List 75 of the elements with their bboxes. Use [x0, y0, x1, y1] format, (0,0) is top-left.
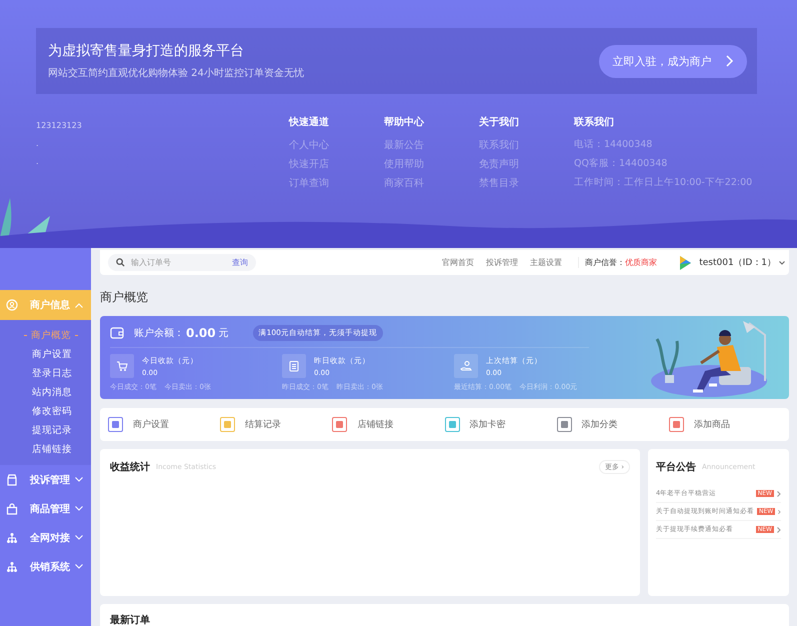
balance-unit: 元: [218, 327, 229, 340]
footer-link[interactable]: QQ客服：14400348: [574, 157, 754, 176]
footer-link[interactable]: 电话：14400348: [574, 138, 754, 157]
nav-link[interactable]: 官网首页: [442, 257, 474, 268]
clipboard-icon: [282, 354, 306, 378]
sidebar-item[interactable]: 投诉管理: [0, 465, 91, 494]
hierarchy-icon: [6, 560, 18, 572]
quick-link[interactable]: 添加卡密: [444, 417, 557, 432]
nav-link[interactable]: 投诉管理: [486, 257, 518, 268]
footer-link[interactable]: 工作时间：工作日上午10:00-下午22:00: [574, 176, 754, 195]
card-title: 平台公告: [656, 460, 696, 474]
user-icon: [6, 299, 18, 311]
bag-icon: [6, 502, 18, 514]
caret-icon: [75, 477, 83, 482]
submenu-item[interactable]: 商户概览: [0, 326, 91, 345]
caret-icon: [75, 506, 83, 511]
chevron-icon: [777, 526, 781, 532]
footer-link[interactable]: 个人中心: [289, 138, 384, 157]
hand-coin-icon: [454, 354, 478, 378]
footer-heading: 帮助中心: [384, 115, 425, 129]
search-icon: [116, 258, 125, 267]
footer-link[interactable]: 联系我们: [479, 138, 574, 157]
submenu-item[interactable]: 商户设置: [0, 345, 91, 364]
sidebar-item[interactable]: 供销系统: [0, 552, 91, 581]
search-link[interactable]: 查询: [232, 257, 248, 268]
reputation-value: 优质商家: [625, 257, 658, 268]
card-title: 收益统计: [110, 460, 150, 474]
footer-heading: 联系我们: [574, 116, 615, 129]
reputation-label: 商户信誉：: [578, 257, 626, 268]
footer-link[interactable]: 最新公告: [384, 138, 479, 157]
nav-link[interactable]: 主题设置: [530, 257, 562, 268]
site-text: .: [36, 139, 40, 150]
footer-link[interactable]: 快速开店: [289, 157, 384, 176]
balance-label: 账户余额：: [134, 326, 184, 340]
join-button[interactable]: 立即入驻，成为商户: [599, 44, 747, 78]
sidebar-item[interactable]: 商品管理: [0, 494, 91, 523]
shop-icon: [6, 474, 18, 486]
footer-heading: 关于我们: [479, 116, 520, 129]
quick-link[interactable]: 店铺链接: [332, 417, 445, 432]
quick-link[interactable]: 添加商品: [668, 417, 782, 432]
user-menu[interactable]: test001（ID：1）: [699, 256, 776, 269]
submenu-item[interactable]: 店铺链接: [0, 440, 91, 459]
promo-subtitle: 网站交互简约直观优化购物体验 24小时监控订单资金无忧: [48, 66, 304, 80]
quick-link[interactable]: 商户设置: [108, 417, 220, 432]
footer-link[interactable]: 商家百科: [384, 176, 479, 195]
footer-link[interactable]: 禁售目录: [479, 176, 574, 195]
quick-link[interactable]: 结算记录: [220, 417, 332, 432]
quick-link[interactable]: 添加分类: [556, 417, 669, 432]
cart-icon: [110, 354, 134, 378]
card-title: 最新订单: [110, 615, 150, 626]
sidebar-item[interactable]: 全网对接: [0, 523, 91, 552]
play-logo-icon: [677, 254, 694, 270]
caret-icon: [75, 302, 83, 308]
site-text: 123123123: [36, 121, 83, 132]
footer-link[interactable]: 订单查询: [289, 176, 384, 195]
chevron-icon: [777, 490, 781, 496]
submenu-item[interactable]: 修改密码: [0, 402, 91, 421]
promo-title: 为虚拟寄售量身打造的服务平台: [48, 42, 245, 60]
site-text: .: [36, 157, 40, 168]
page-title: 商户概览: [100, 289, 149, 306]
wallet-icon: [110, 327, 124, 339]
search-field[interactable]: 输入订单号 查询: [108, 254, 256, 271]
caret-icon: [75, 535, 83, 540]
chevron-icon: [778, 508, 781, 514]
footer-link[interactable]: 使用帮助: [384, 157, 479, 176]
submenu-item[interactable]: 登录日志: [0, 364, 91, 383]
hierarchy-icon: [6, 532, 18, 544]
chevron-icon: [726, 55, 734, 67]
caret-icon: [779, 260, 785, 264]
balance-amount: 0.00: [186, 326, 216, 340]
submenu-item[interactable]: 提现记录: [0, 421, 91, 440]
caret-icon: [75, 564, 83, 569]
submenu-item[interactable]: 站内消息: [0, 383, 91, 402]
footer-link[interactable]: 免责声明: [479, 157, 574, 176]
footer-heading: 快速通道: [289, 116, 330, 129]
